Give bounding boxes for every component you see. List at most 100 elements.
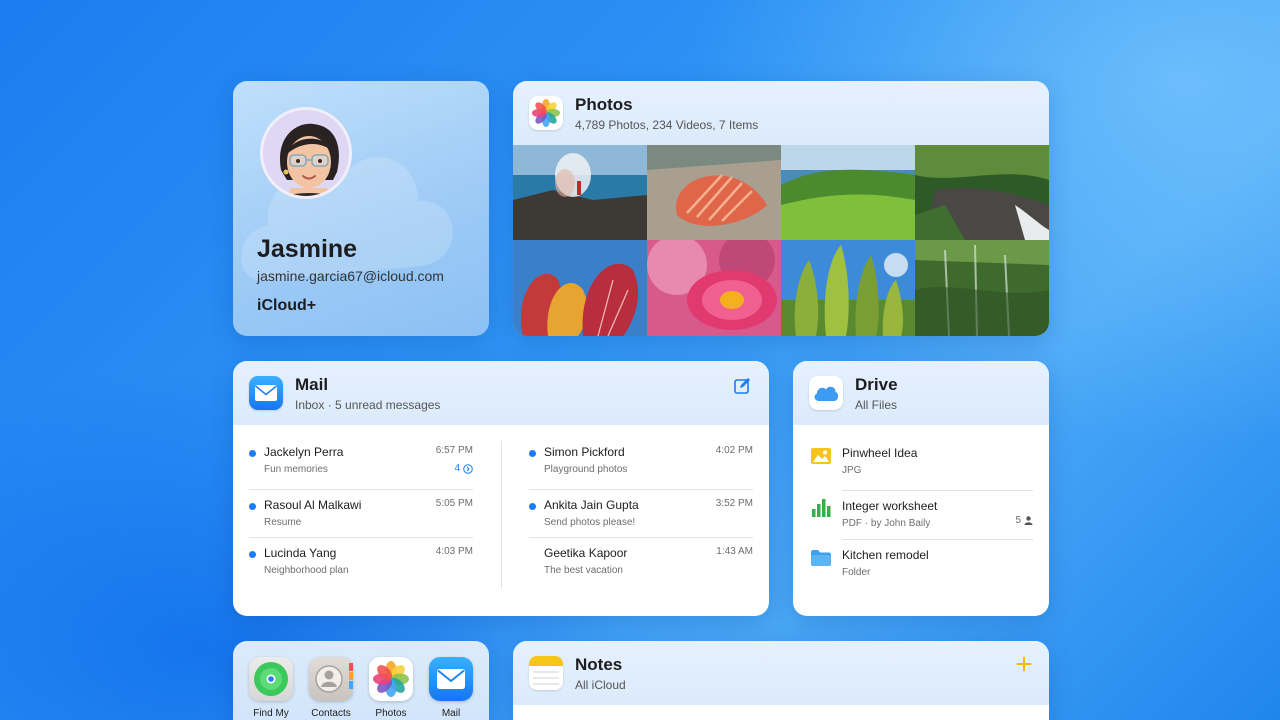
find-my-icon bbox=[249, 657, 293, 701]
photo-thumbnail[interactable] bbox=[781, 145, 915, 240]
drive-item[interactable]: Pinwheel Idea JPG bbox=[809, 442, 1033, 490]
app-label: Contacts bbox=[311, 708, 351, 719]
chevron-circle-icon bbox=[463, 463, 473, 474]
mail-list: Jackelyn Perra Fun memories 6:57 PM 4 Ra… bbox=[233, 425, 769, 616]
mail-subject: Playground photos bbox=[544, 464, 628, 475]
mail-item[interactable]: Simon Pickford Playground photos 4:02 PM bbox=[529, 441, 753, 489]
unread-dot bbox=[249, 503, 256, 510]
photo-thumbnail[interactable] bbox=[513, 145, 647, 240]
mail-subject: Send photos please! bbox=[544, 517, 636, 528]
compose-icon bbox=[734, 378, 750, 394]
mail-subject: Neighborhood plan bbox=[264, 565, 349, 576]
mail-item[interactable]: Lucinda Yang Neighborhood plan 4:03 PM bbox=[249, 537, 473, 585]
drive-subtitle: All Files bbox=[855, 397, 898, 412]
mail-subtitle: Inbox · 5 unread messages bbox=[295, 397, 441, 412]
notes-app-icon bbox=[529, 656, 563, 690]
app-label: Find My bbox=[253, 708, 289, 719]
unread-dot bbox=[249, 450, 256, 457]
shared-count: 5 bbox=[1015, 515, 1033, 526]
mail-column-divider bbox=[501, 441, 502, 589]
plus-icon bbox=[1016, 656, 1032, 672]
mail-app-icon bbox=[249, 376, 283, 410]
app-photos[interactable]: Photos bbox=[361, 657, 421, 719]
photos-app-icon bbox=[529, 96, 563, 130]
photos-flower-icon bbox=[532, 99, 560, 127]
icloud-drive-icon bbox=[814, 386, 839, 401]
contacts-icon bbox=[309, 657, 353, 701]
mail-column-right: Simon Pickford Playground photos 4:02 PM… bbox=[529, 441, 753, 585]
drive-card[interactable]: Drive All Files Pinwheel Idea JPG Intege… bbox=[793, 361, 1049, 616]
unread-dot bbox=[249, 551, 256, 558]
mail-time: 6:57 PM bbox=[435, 445, 473, 456]
mail-time: 1:43 AM bbox=[716, 546, 753, 557]
mail-item[interactable]: Geetika Kapoor The best vacation 1:43 AM bbox=[529, 537, 753, 585]
photo-thumbnail[interactable] bbox=[781, 240, 915, 336]
mail-header: Mail Inbox · 5 unread messages bbox=[233, 361, 769, 425]
mail-icon bbox=[429, 657, 473, 701]
person-icon bbox=[1024, 516, 1033, 525]
thread-count: 4 bbox=[454, 463, 473, 474]
unread-dot bbox=[529, 450, 536, 457]
mail-subject: Resume bbox=[264, 517, 302, 528]
app-contacts[interactable]: Contacts bbox=[301, 657, 361, 719]
app-label: Mail bbox=[441, 708, 461, 719]
drive-item-meta: PDF · by John Baily bbox=[842, 518, 931, 529]
drive-title: Drive bbox=[855, 374, 898, 394]
app-mail[interactable]: Mail bbox=[421, 657, 481, 719]
shared-count-value: 5 bbox=[1015, 515, 1021, 526]
notes-header: Notes All iCloud bbox=[513, 641, 1049, 705]
mail-column-left: Jackelyn Perra Fun memories 6:57 PM 4 Ra… bbox=[249, 441, 473, 585]
drive-app-icon bbox=[809, 376, 843, 410]
mail-time: 4:02 PM bbox=[715, 445, 753, 456]
drive-item-name: Pinwheel Idea bbox=[842, 446, 918, 460]
add-note-button[interactable] bbox=[1016, 656, 1032, 677]
mail-card[interactable]: Mail Inbox · 5 unread messages Jackelyn … bbox=[233, 361, 769, 616]
avatar[interactable] bbox=[260, 107, 352, 199]
app-find-my[interactable]: Find My bbox=[241, 657, 301, 719]
photo-thumbnail[interactable] bbox=[915, 145, 1049, 240]
drive-item-name: Integer worksheet bbox=[842, 499, 938, 513]
drive-item-name: Kitchen remodel bbox=[842, 548, 929, 562]
unread-dot bbox=[529, 503, 536, 510]
mail-time: 3:52 PM bbox=[715, 498, 753, 509]
profile-card[interactable]: Jasmine jasmine.garcia67@icloud.com iClo… bbox=[233, 81, 489, 336]
numbers-file-icon bbox=[812, 499, 831, 517]
mail-subject: The best vacation bbox=[544, 565, 623, 576]
profile-email: jasmine.garcia67@icloud.com bbox=[257, 268, 444, 284]
apps-card: Find My Contacts Photos Mail bbox=[233, 641, 489, 720]
folder-icon bbox=[811, 550, 831, 566]
mail-item[interactable]: Jackelyn Perra Fun memories 6:57 PM 4 bbox=[249, 441, 473, 489]
photo-thumbnail[interactable] bbox=[915, 240, 1049, 336]
drive-item[interactable]: Integer worksheet PDF · by John Baily 5 bbox=[809, 491, 1033, 539]
drive-item[interactable]: Kitchen remodel Folder bbox=[809, 540, 1033, 588]
mail-item[interactable]: Rasoul Al Malkawi Resume 5:05 PM bbox=[249, 489, 473, 537]
mail-subject: Fun memories bbox=[264, 464, 328, 475]
photos-subtitle: 4,789 Photos, 234 Videos, 7 Items bbox=[575, 117, 759, 132]
profile-name: Jasmine bbox=[257, 235, 358, 263]
notes-title: Notes bbox=[575, 654, 623, 674]
image-file-icon bbox=[811, 448, 831, 464]
notes-card[interactable]: Notes All iCloud bbox=[513, 641, 1049, 720]
photos-title: Photos bbox=[575, 94, 633, 114]
photo-thumbnail[interactable] bbox=[647, 145, 781, 240]
photo-thumbnail[interactable] bbox=[647, 240, 781, 336]
drive-item-meta: JPG bbox=[842, 465, 862, 476]
mail-time: 5:05 PM bbox=[435, 498, 473, 509]
drive-header: Drive All Files bbox=[793, 361, 1049, 425]
notes-subtitle: All iCloud bbox=[575, 677, 626, 692]
thread-count-value: 4 bbox=[454, 463, 460, 474]
photos-header: Photos 4,789 Photos, 234 Videos, 7 Items bbox=[513, 81, 1049, 145]
photos-icon bbox=[369, 657, 413, 701]
envelope-icon bbox=[254, 385, 278, 401]
photo-thumbnail[interactable] bbox=[513, 240, 647, 336]
drive-item-meta: Folder bbox=[842, 567, 871, 578]
photo-grid bbox=[513, 145, 1049, 336]
photos-card[interactable]: Photos 4,789 Photos, 234 Videos, 7 Items bbox=[513, 81, 1049, 336]
compose-button[interactable] bbox=[733, 377, 751, 400]
mail-time: 4:03 PM bbox=[435, 546, 473, 557]
app-label: Photos bbox=[375, 708, 407, 719]
mail-item[interactable]: Ankita Jain Gupta Send photos please! 3:… bbox=[529, 489, 753, 537]
mail-title: Mail bbox=[295, 374, 329, 394]
drive-list: Pinwheel Idea JPG Integer worksheet PDF … bbox=[793, 425, 1049, 588]
notepad-icon bbox=[529, 656, 563, 690]
